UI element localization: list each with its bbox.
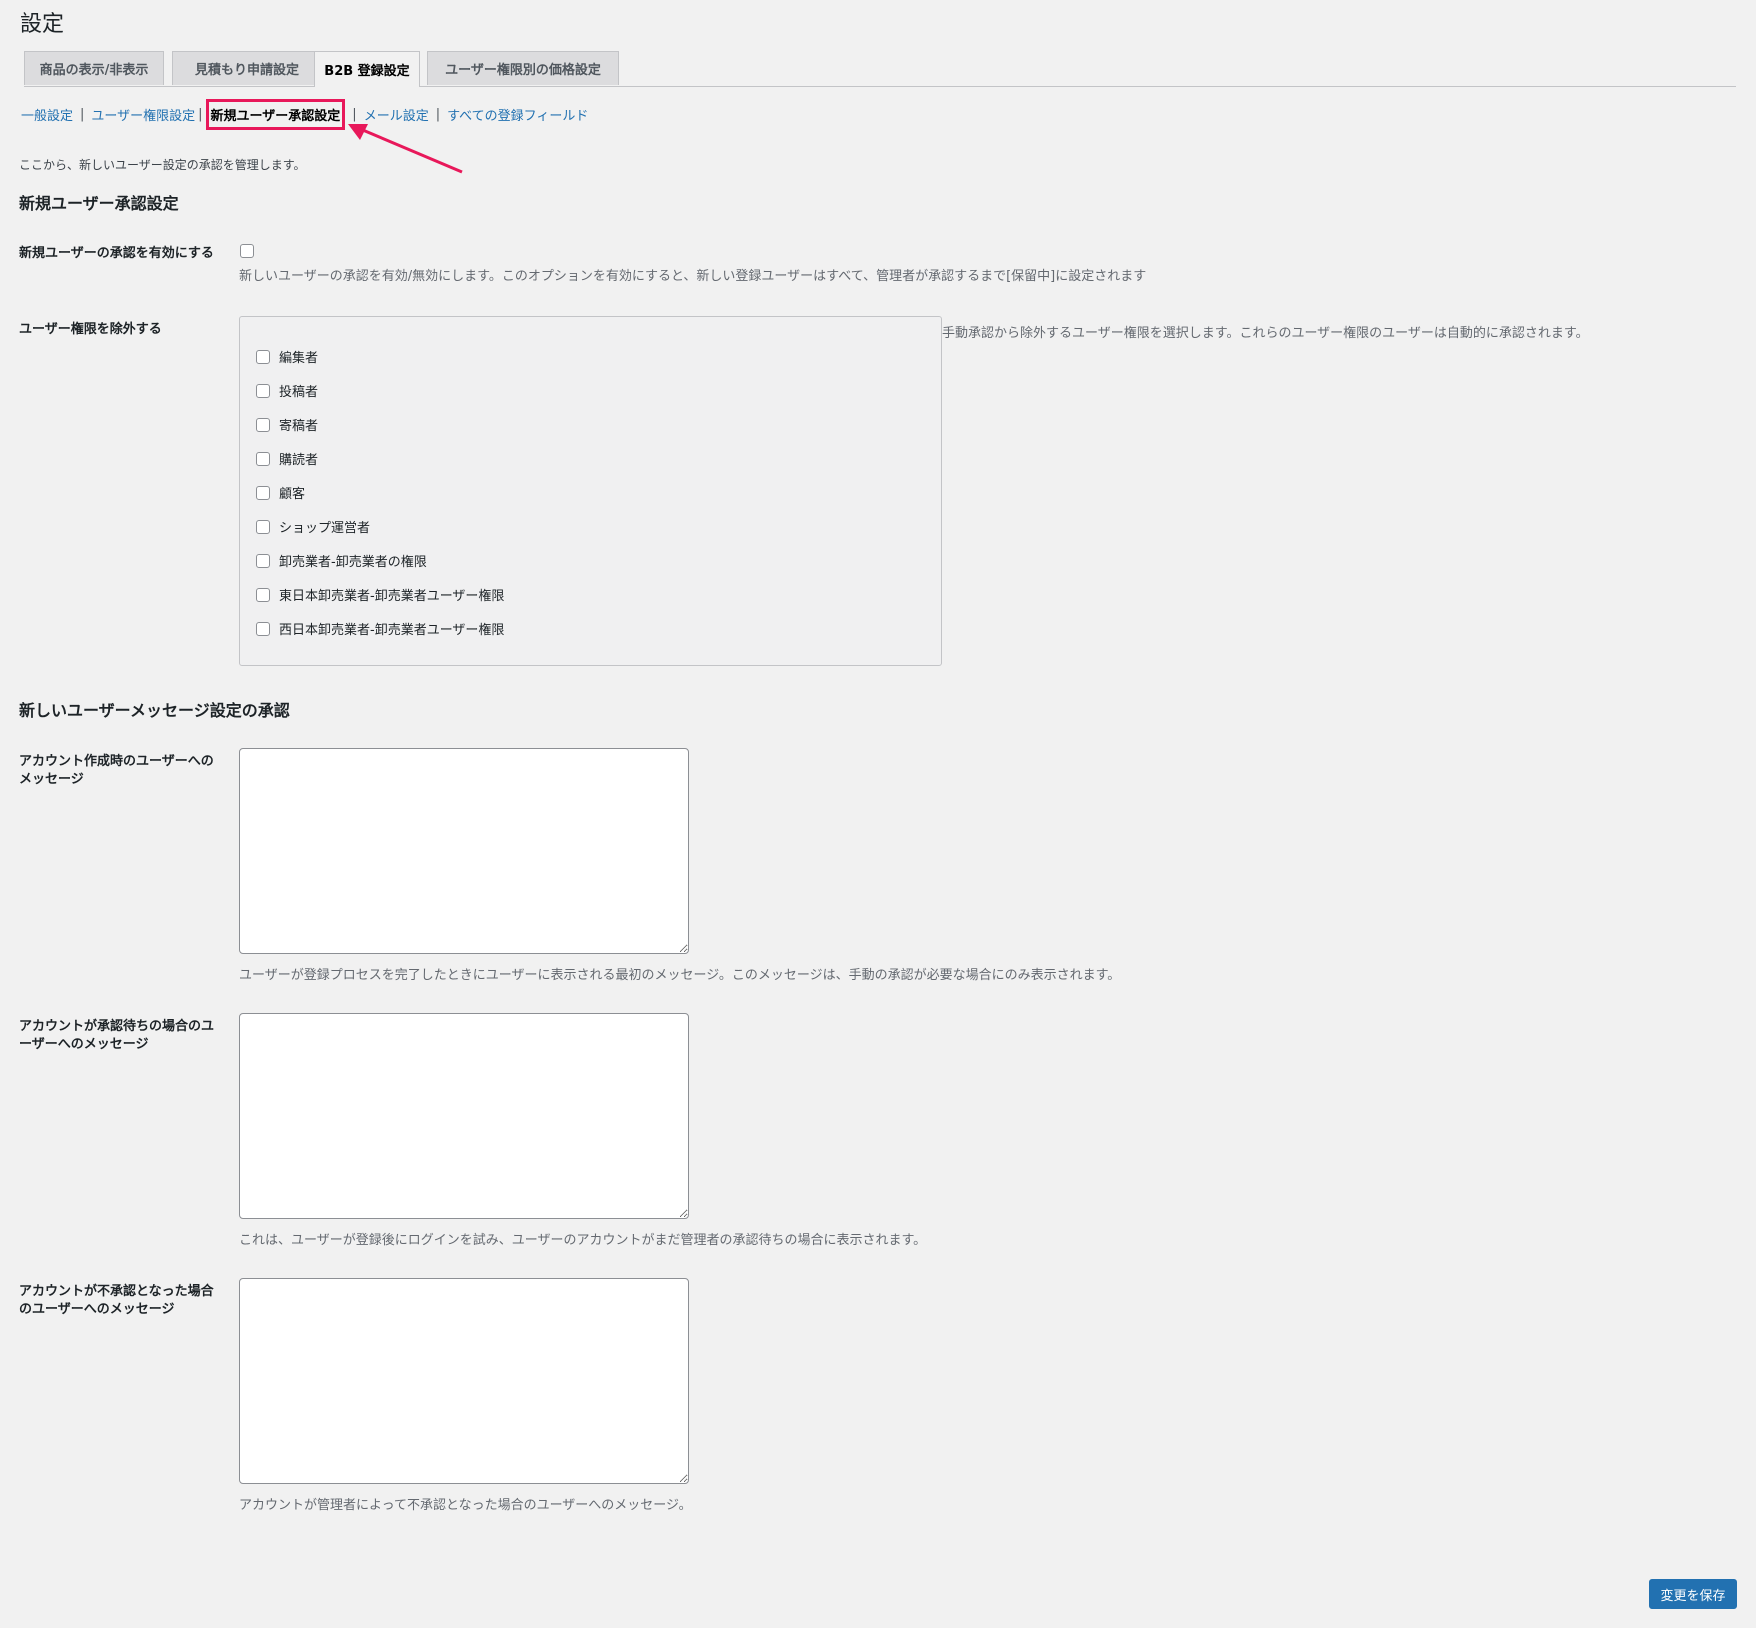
enable-approval-label: 新規ユーザーの承認を有効にする bbox=[19, 246, 214, 261]
role-label: ショップ運営者 bbox=[279, 521, 371, 536]
subnav-new-user-approval[interactable]: 新規ユーザー承認設定 bbox=[205, 99, 346, 130]
message-disapproved-description: アカウントが管理者によって不承認となった場合のユーザーへのメッセージ。 bbox=[239, 1498, 692, 1513]
role-checkbox[interactable] bbox=[256, 621, 270, 636]
message-account-created-description: ユーザーが登録プロセスを完了したときにユーザーに表示される最初のメッセージ。この… bbox=[239, 968, 1121, 983]
section-heading-messages: 新しいユーザーメッセージ設定の承認 bbox=[19, 701, 290, 720]
role-checkbox[interactable] bbox=[256, 519, 270, 534]
role-checkbox[interactable] bbox=[256, 349, 270, 364]
section-heading-approval: 新規ユーザー承認設定 bbox=[19, 194, 179, 213]
exclude-roles-list: 編集者 投稿者 寄稿者 購読者 顧客 ショップ運営者 卸売業者-卸売業者の権限 … bbox=[239, 316, 942, 666]
message-label-disapproved: アカウントが不承認となった場合のユーザーへのメッセージ bbox=[19, 1284, 214, 1317]
subnav-separator: | bbox=[80, 107, 85, 122]
message-pending-approval-description: これは、ユーザーが登録後にログインを試み、ユーザーのアカウントがまだ管理者の承認… bbox=[239, 1233, 927, 1248]
role-label: 東日本卸売業者-卸売業者ユーザー権限 bbox=[279, 589, 505, 604]
subnav-user-roles[interactable]: ユーザー権限設定 bbox=[91, 105, 195, 124]
message-account-created-textarea[interactable] bbox=[239, 748, 689, 954]
role-checkbox[interactable] bbox=[256, 383, 270, 398]
subnav-general[interactable]: 一般設定 bbox=[21, 105, 73, 124]
exclude-roles-description: 手動承認から除外するユーザー権限を選択します。これらのユーザー権限のユーザーは自… bbox=[942, 326, 1589, 341]
role-item[interactable]: 購読者 bbox=[256, 449, 318, 468]
subnav: 一般設定 | ユーザー権限設定 | 新規ユーザー承認設定 | メール設定 | す… bbox=[21, 99, 588, 130]
tab-product-visibility[interactable]: 商品の表示/非表示 bbox=[24, 51, 164, 85]
role-checkbox[interactable] bbox=[256, 587, 270, 602]
role-label: 購読者 bbox=[279, 453, 319, 468]
enable-approval-description: 新しいユーザーの承認を有効/無効にします。このオプションを有効にすると、新しい登… bbox=[239, 269, 1147, 284]
tab-quote-request[interactable]: 見積もり申請設定 bbox=[172, 51, 322, 85]
role-checkbox[interactable] bbox=[256, 417, 270, 432]
role-label: 寄稿者 bbox=[279, 419, 319, 434]
message-label-pending-approval: アカウントが承認待ちの場合のユーザーへのメッセージ bbox=[19, 1019, 215, 1052]
role-item[interactable]: 寄稿者 bbox=[256, 415, 318, 434]
role-label: 西日本卸売業者-卸売業者ユーザー権限 bbox=[279, 623, 505, 638]
intro-text: ここから、新しいユーザー設定の承認を管理します。 bbox=[19, 158, 306, 172]
message-pending-approval-textarea[interactable] bbox=[239, 1013, 689, 1219]
subnav-separator: | bbox=[198, 107, 203, 122]
role-label: 投稿者 bbox=[279, 385, 319, 400]
role-label: 卸売業者-卸売業者の権限 bbox=[279, 555, 427, 570]
role-checkbox[interactable] bbox=[256, 553, 270, 568]
message-label-account-created: アカウント作成時のユーザーへのメッセージ bbox=[19, 754, 214, 787]
role-item[interactable]: ショップ運営者 bbox=[256, 517, 370, 536]
exclude-roles-label: ユーザー権限を除外する bbox=[19, 322, 162, 337]
enable-approval-checkbox[interactable] bbox=[240, 244, 254, 258]
role-item[interactable]: 西日本卸売業者-卸売業者ユーザー権限 bbox=[256, 619, 504, 638]
tab-role-pricing[interactable]: ユーザー権限別の価格設定 bbox=[427, 51, 619, 85]
role-item[interactable]: 卸売業者-卸売業者の権限 bbox=[256, 551, 427, 570]
tab-b2b-registration[interactable]: B2B 登録設定 bbox=[314, 51, 420, 87]
message-disapproved-textarea[interactable] bbox=[239, 1278, 689, 1484]
role-label: 顧客 bbox=[279, 487, 306, 502]
annotation-arrow-icon bbox=[348, 124, 463, 174]
role-item[interactable]: 編集者 bbox=[256, 347, 318, 366]
role-item[interactable]: 投稿者 bbox=[256, 381, 318, 400]
role-item[interactable]: 顧客 bbox=[256, 483, 305, 502]
tab-bar: 商品の表示/非表示 見積もり申請設定 B2B 登録設定 ユーザー権限別の価格設定 bbox=[24, 51, 1736, 87]
role-checkbox[interactable] bbox=[256, 451, 270, 466]
role-item[interactable]: 東日本卸売業者-卸売業者ユーザー権限 bbox=[256, 585, 504, 604]
page-title: 設定 bbox=[20, 12, 65, 37]
subnav-all-fields[interactable]: すべての登録フィールド bbox=[447, 105, 588, 124]
save-button[interactable]: 変更を保存 bbox=[1649, 1579, 1737, 1609]
role-label: 編集者 bbox=[279, 351, 319, 366]
role-checkbox[interactable] bbox=[256, 485, 270, 500]
